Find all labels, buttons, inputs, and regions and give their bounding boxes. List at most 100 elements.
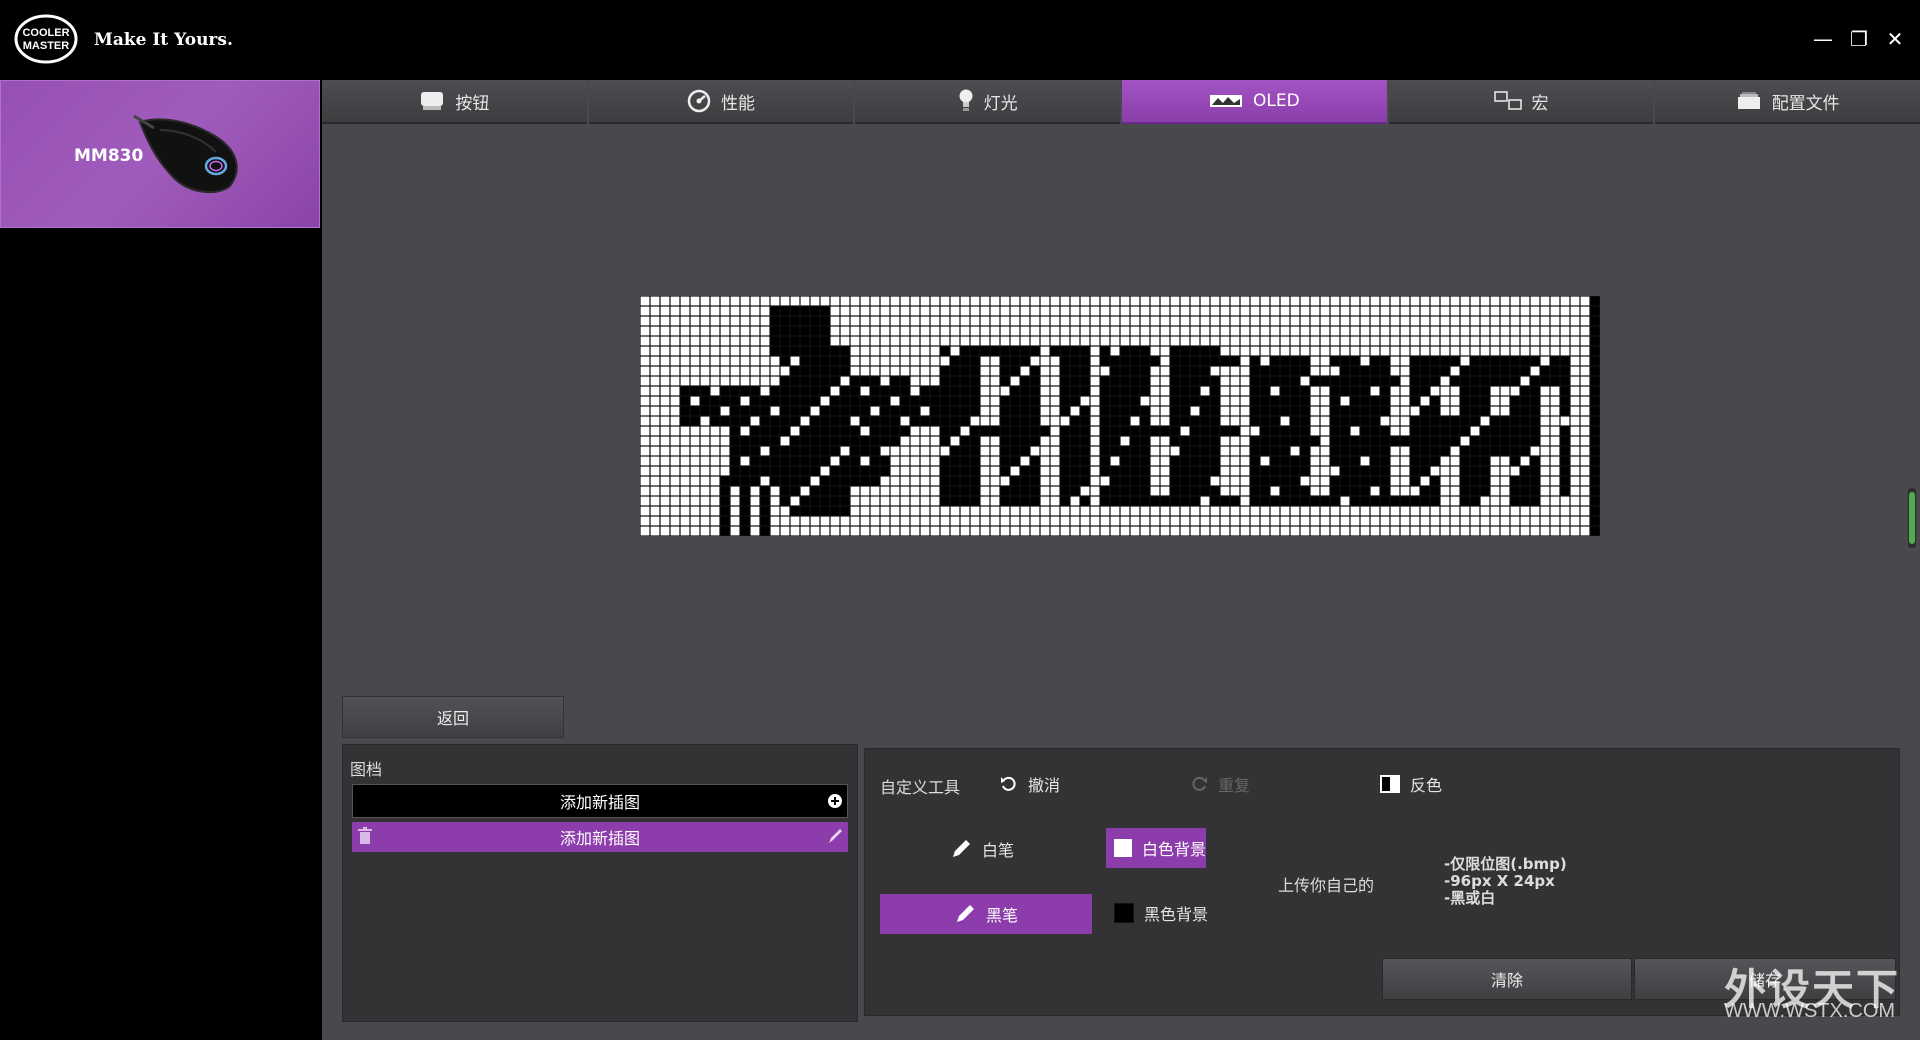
oled-pixel[interactable] bbox=[1590, 346, 1600, 356]
oled-pixel[interactable] bbox=[1250, 476, 1260, 486]
oled-pixel[interactable] bbox=[1500, 416, 1510, 426]
oled-pixel[interactable] bbox=[840, 456, 850, 466]
oled-pixel[interactable] bbox=[1500, 476, 1510, 486]
oled-pixel[interactable] bbox=[1020, 296, 1030, 306]
oled-pixel[interactable] bbox=[1160, 486, 1170, 496]
oled-pixel[interactable] bbox=[680, 306, 690, 316]
oled-pixel[interactable] bbox=[1490, 436, 1500, 446]
oled-pixel[interactable] bbox=[1210, 526, 1220, 536]
oled-pixel[interactable] bbox=[1350, 386, 1360, 396]
oled-pixel[interactable] bbox=[1060, 366, 1070, 376]
oled-pixel[interactable] bbox=[1290, 306, 1300, 316]
oled-pixel[interactable] bbox=[750, 486, 760, 496]
oled-pixel[interactable] bbox=[1550, 326, 1560, 336]
oled-pixel[interactable] bbox=[700, 356, 710, 366]
oled-pixel[interactable] bbox=[1100, 296, 1110, 306]
oled-pixel[interactable] bbox=[1110, 506, 1120, 516]
oled-pixel[interactable] bbox=[1150, 426, 1160, 436]
oled-pixel[interactable] bbox=[940, 456, 950, 466]
oled-pixel[interactable] bbox=[910, 526, 920, 536]
oled-pixel[interactable] bbox=[1210, 346, 1220, 356]
oled-pixel[interactable] bbox=[1190, 446, 1200, 456]
oled-pixel[interactable] bbox=[750, 526, 760, 536]
oled-pixel[interactable] bbox=[690, 446, 700, 456]
oled-pixel[interactable] bbox=[1170, 326, 1180, 336]
oled-pixel[interactable] bbox=[940, 346, 950, 356]
oled-pixel[interactable] bbox=[1310, 426, 1320, 436]
oled-pixel[interactable] bbox=[750, 396, 760, 406]
oled-pixel[interactable] bbox=[1440, 306, 1450, 316]
oled-pixel[interactable] bbox=[740, 506, 750, 516]
oled-pixel[interactable] bbox=[1340, 356, 1350, 366]
oled-pixel[interactable] bbox=[1230, 296, 1240, 306]
oled-pixel[interactable] bbox=[1500, 506, 1510, 516]
oled-pixel[interactable] bbox=[1370, 476, 1380, 486]
oled-pixel[interactable] bbox=[680, 486, 690, 496]
oled-pixel[interactable] bbox=[1350, 416, 1360, 426]
oled-pixel[interactable] bbox=[780, 426, 790, 436]
oled-pixel[interactable] bbox=[640, 526, 650, 536]
oled-pixel[interactable] bbox=[1110, 516, 1120, 526]
oled-pixel[interactable] bbox=[1220, 356, 1230, 366]
oled-pixel[interactable] bbox=[1070, 416, 1080, 426]
oled-pixel[interactable] bbox=[1340, 306, 1350, 316]
oled-pixel[interactable] bbox=[1080, 526, 1090, 536]
oled-pixel[interactable] bbox=[740, 456, 750, 466]
oled-pixel[interactable] bbox=[1280, 346, 1290, 356]
oled-pixel[interactable] bbox=[1470, 466, 1480, 476]
oled-pixel[interactable] bbox=[1010, 486, 1020, 496]
oled-pixel[interactable] bbox=[1210, 316, 1220, 326]
oled-pixel[interactable] bbox=[1130, 446, 1140, 456]
oled-pixel[interactable] bbox=[990, 306, 1000, 316]
oled-pixel[interactable] bbox=[1360, 506, 1370, 516]
oled-pixel[interactable] bbox=[780, 466, 790, 476]
oled-pixel[interactable] bbox=[950, 466, 960, 476]
oled-pixel[interactable] bbox=[1490, 296, 1500, 306]
oled-pixel[interactable] bbox=[1410, 346, 1420, 356]
oled-pixel[interactable] bbox=[1060, 496, 1070, 506]
oled-pixel[interactable] bbox=[1190, 506, 1200, 516]
oled-pixel[interactable] bbox=[830, 506, 840, 516]
trash-icon[interactable] bbox=[356, 826, 374, 846]
oled-pixel[interactable] bbox=[1080, 456, 1090, 466]
oled-pixel[interactable] bbox=[1280, 426, 1290, 436]
oled-pixel[interactable] bbox=[860, 396, 870, 406]
oled-pixel[interactable] bbox=[910, 306, 920, 316]
oled-pixel[interactable] bbox=[1080, 466, 1090, 476]
oled-pixel[interactable] bbox=[960, 346, 970, 356]
oled-pixel[interactable] bbox=[1250, 456, 1260, 466]
oled-pixel[interactable] bbox=[650, 316, 660, 326]
oled-pixel[interactable] bbox=[1540, 426, 1550, 436]
oled-pixel[interactable] bbox=[700, 346, 710, 356]
oled-pixel[interactable] bbox=[1420, 336, 1430, 346]
oled-pixel[interactable] bbox=[980, 376, 990, 386]
oled-pixel[interactable] bbox=[1290, 356, 1300, 366]
oled-pixel[interactable] bbox=[980, 416, 990, 426]
oled-pixel[interactable] bbox=[870, 506, 880, 516]
oled-pixel[interactable] bbox=[1110, 466, 1120, 476]
oled-pixel[interactable] bbox=[1290, 526, 1300, 536]
oled-pixel[interactable] bbox=[950, 456, 960, 466]
oled-pixel[interactable] bbox=[720, 406, 730, 416]
oled-pixel[interactable] bbox=[1570, 386, 1580, 396]
oled-pixel[interactable] bbox=[1550, 496, 1560, 506]
oled-pixel[interactable] bbox=[1450, 486, 1460, 496]
oled-pixel[interactable] bbox=[650, 446, 660, 456]
oled-pixel[interactable] bbox=[1170, 366, 1180, 376]
oled-pixel[interactable] bbox=[1140, 476, 1150, 486]
oled-pixel[interactable] bbox=[980, 386, 990, 396]
oled-pixel[interactable] bbox=[840, 426, 850, 436]
oled-pixel[interactable] bbox=[730, 516, 740, 526]
oled-pixel[interactable] bbox=[920, 506, 930, 516]
oled-pixel[interactable] bbox=[1210, 366, 1220, 376]
oled-pixel[interactable] bbox=[1440, 336, 1450, 346]
oled-pixel[interactable] bbox=[860, 416, 870, 426]
oled-pixel[interactable] bbox=[780, 446, 790, 456]
oled-pixel[interactable] bbox=[1590, 506, 1600, 516]
oled-pixel[interactable] bbox=[1300, 496, 1310, 506]
oled-pixel[interactable] bbox=[720, 356, 730, 366]
oled-pixel[interactable] bbox=[680, 356, 690, 366]
oled-pixel[interactable] bbox=[880, 526, 890, 536]
oled-pixel[interactable] bbox=[660, 336, 670, 346]
oled-pixel[interactable] bbox=[670, 496, 680, 506]
